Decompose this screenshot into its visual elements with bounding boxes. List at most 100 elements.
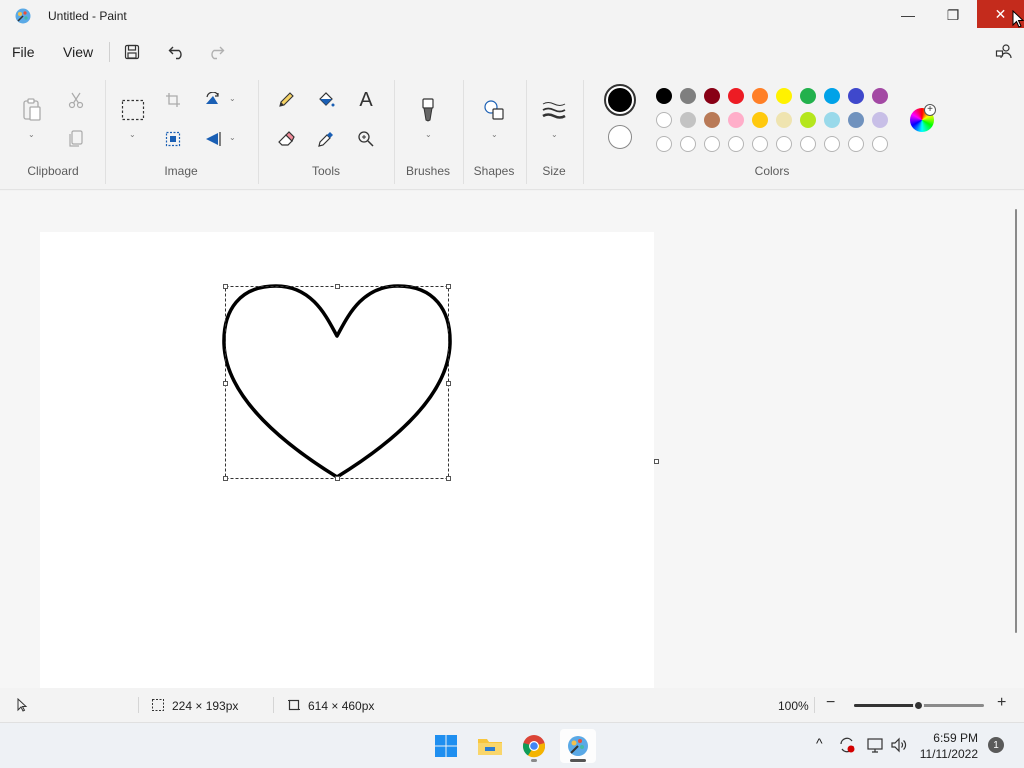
clock-date: 11/11/2022 — [919, 747, 978, 761]
color-swatch[interactable] — [848, 136, 864, 152]
magnifier-tool[interactable] — [352, 125, 380, 153]
color-swatch[interactable] — [848, 88, 864, 104]
color-swatch[interactable] — [656, 136, 672, 152]
chrome-button[interactable] — [516, 729, 552, 763]
canvas-size-icon — [288, 699, 300, 711]
canvas-size-text: 614 × 460px — [308, 699, 375, 713]
zoom-slider-thumb[interactable] — [913, 700, 924, 711]
cut-button[interactable] — [62, 86, 90, 114]
vertical-scrollbar[interactable] — [1015, 209, 1017, 633]
save-icon — [124, 44, 140, 60]
shapes-chevron-down-icon[interactable]: ⌄ — [491, 130, 498, 139]
color-swatch[interactable] — [752, 136, 768, 152]
undo-button[interactable] — [165, 40, 189, 64]
notification-badge[interactable]: 1 — [988, 737, 1004, 753]
shapes-button[interactable] — [480, 96, 508, 124]
view-menu[interactable]: View — [63, 44, 93, 60]
paste-button[interactable] — [18, 96, 46, 124]
zoom-in-button[interactable]: + — [997, 694, 1006, 712]
drawing-canvas[interactable] — [40, 232, 654, 688]
file-menu[interactable]: File — [12, 44, 35, 60]
selection-handle[interactable] — [223, 476, 228, 481]
selection-handle[interactable] — [446, 284, 451, 289]
share-button[interactable] — [992, 40, 1016, 64]
pencil-tool[interactable] — [272, 86, 300, 114]
minimize-button[interactable]: — — [885, 0, 931, 30]
selection-handle[interactable] — [335, 476, 340, 481]
file-explorer-button[interactable] — [472, 729, 508, 763]
primary-color[interactable] — [604, 84, 636, 116]
color-swatch[interactable] — [728, 88, 744, 104]
pointer-position-icon — [17, 698, 28, 712]
flip-button[interactable] — [199, 125, 227, 153]
secondary-color[interactable] — [608, 125, 632, 149]
color-swatch[interactable] — [728, 136, 744, 152]
text-tool[interactable]: A — [352, 86, 380, 114]
color-swatch[interactable] — [776, 88, 792, 104]
paint-taskbar-button[interactable] — [560, 729, 596, 763]
color-swatch[interactable] — [800, 88, 816, 104]
color-swatch[interactable] — [728, 112, 744, 128]
network-icon[interactable] — [866, 736, 884, 754]
color-swatch[interactable] — [704, 88, 720, 104]
zoom-out-button[interactable]: − — [826, 694, 835, 712]
canvas-workspace — [0, 191, 1024, 688]
color-swatch[interactable] — [680, 136, 696, 152]
color-swatch[interactable] — [872, 112, 888, 128]
color-swatch[interactable] — [776, 136, 792, 152]
color-swatch[interactable] — [704, 136, 720, 152]
eyedropper-icon — [318, 132, 333, 147]
crop-icon — [166, 93, 180, 107]
selection-handle[interactable] — [446, 381, 451, 386]
redo-button[interactable] — [204, 40, 228, 64]
color-swatch[interactable] — [680, 112, 696, 128]
maximize-button[interactable]: ❐ — [930, 0, 976, 30]
color-swatch[interactable] — [872, 136, 888, 152]
size-button[interactable] — [540, 96, 568, 124]
fill-tool[interactable] — [312, 86, 340, 114]
size-chevron-down-icon[interactable]: ⌄ — [551, 130, 558, 139]
sync-icon[interactable] — [838, 736, 856, 754]
select-chevron-down-icon[interactable]: ⌄ — [129, 130, 136, 139]
color-swatch[interactable] — [824, 112, 840, 128]
selection-handle[interactable] — [446, 476, 451, 481]
color-swatch[interactable] — [824, 88, 840, 104]
select-button[interactable] — [119, 96, 147, 124]
brushes-button[interactable] — [414, 96, 442, 124]
edit-colors-button[interactable]: + — [910, 104, 936, 132]
copy-button[interactable] — [62, 125, 90, 153]
color-swatch[interactable] — [800, 136, 816, 152]
start-button[interactable] — [428, 729, 464, 763]
color-swatch[interactable] — [656, 112, 672, 128]
crop-button[interactable] — [159, 86, 187, 114]
color-swatch[interactable] — [872, 88, 888, 104]
color-swatch[interactable] — [656, 88, 672, 104]
show-hidden-icons-button[interactable]: ^ — [816, 735, 823, 751]
undo-icon — [168, 46, 182, 60]
brushes-chevron-down-icon[interactable]: ⌄ — [425, 130, 432, 139]
color-swatch[interactable] — [800, 112, 816, 128]
save-button[interactable] — [120, 40, 144, 64]
selection-handle[interactable] — [223, 381, 228, 386]
flip-chevron-down-icon[interactable]: ⌄ — [229, 133, 236, 142]
color-swatch[interactable] — [848, 112, 864, 128]
eraser-tool[interactable] — [272, 125, 300, 153]
selection-handle[interactable] — [335, 284, 340, 289]
resize-button[interactable] — [159, 125, 187, 153]
zoom-slider-track[interactable] — [854, 700, 984, 711]
color-swatch[interactable] — [824, 136, 840, 152]
selection-handle[interactable] — [223, 284, 228, 289]
clock[interactable]: 6:59 PM 11/11/2022 — [918, 730, 978, 762]
running-indicator — [570, 759, 586, 762]
color-swatch[interactable] — [752, 88, 768, 104]
canvas-resize-handle[interactable] — [654, 459, 659, 464]
color-swatch[interactable] — [680, 88, 696, 104]
color-picker-tool[interactable] — [312, 125, 340, 153]
rotate-chevron-down-icon[interactable]: ⌄ — [229, 94, 236, 103]
color-swatch[interactable] — [776, 112, 792, 128]
volume-icon[interactable] — [890, 736, 908, 754]
color-swatch[interactable] — [704, 112, 720, 128]
color-swatch[interactable] — [752, 112, 768, 128]
rotate-button[interactable] — [199, 86, 227, 114]
paste-chevron-down-icon[interactable]: ⌄ — [28, 130, 35, 139]
